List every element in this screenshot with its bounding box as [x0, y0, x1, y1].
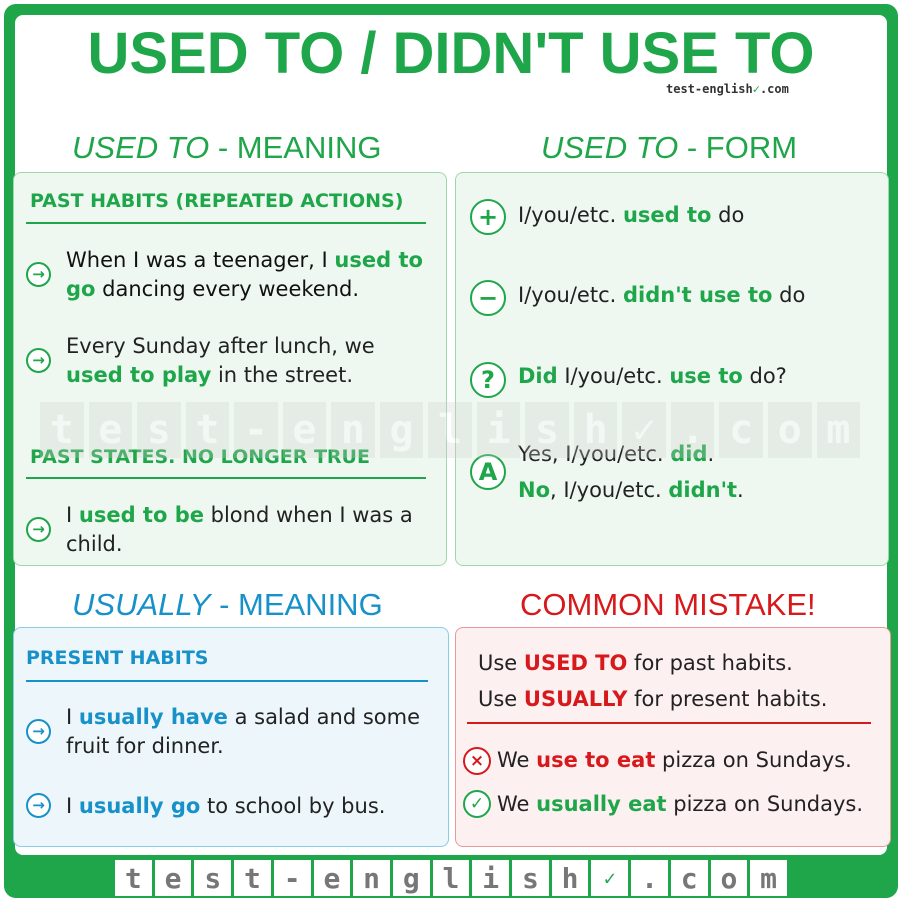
example-past-habit-1: When I was a teenager, I used to go danc…: [66, 248, 423, 301]
page-title: USED TO / DIDN'T USE TO: [87, 21, 815, 86]
heading-past-states: PAST STATES. NO LONGER TRUE: [30, 446, 370, 468]
check-icon: ✓: [591, 860, 629, 896]
check-icon: ✓: [463, 790, 491, 818]
answer-icon: A: [470, 454, 506, 490]
arrow-right-icon: →: [26, 793, 51, 818]
arrow-right-icon: →: [26, 262, 51, 287]
mistake-rule-1: Use USED TO for past habits.: [478, 651, 793, 675]
footer-brand: t e s t - e n g l i s h ✓. c o m: [115, 860, 787, 896]
example-present-habit-1: I usually have a salad and some fruit fo…: [66, 705, 420, 758]
heading-past-habits: PAST HABITS (REPEATED ACTIONS): [30, 190, 404, 212]
check-icon: ✓: [752, 82, 760, 96]
example-present-habit-2: I usually go to school by bus.: [66, 794, 386, 818]
divider: [26, 680, 428, 682]
divider: [467, 722, 871, 724]
divider: [26, 222, 426, 224]
arrow-right-icon: →: [26, 719, 51, 744]
example-past-habit-2: Every Sunday after lunch, we used to pla…: [66, 334, 375, 387]
example-correct: We usually eat pizza on Sundays.: [497, 792, 864, 816]
form-affirmative: I/you/etc. used to do: [518, 203, 745, 227]
example-past-state: I used to be blond when I was a child.: [66, 503, 413, 556]
heading-present-habits: PRESENT HABITS: [26, 647, 209, 669]
form-answer-no: No, I/you/etc. didn't.: [518, 478, 744, 502]
example-wrong: We use to eat pizza on Sundays.: [497, 748, 852, 772]
section-title-common-mistake: COMMON MISTAKE!: [520, 587, 816, 622]
divider: [26, 477, 426, 479]
mistake-rule-2: Use USUALLY for present habits.: [478, 687, 828, 711]
cross-icon: ×: [463, 747, 491, 775]
arrow-right-icon: →: [26, 517, 51, 542]
minus-icon: −: [470, 280, 506, 316]
section-title-used-to-meaning: USED TO - MEANING: [72, 130, 382, 165]
form-question: Did I/you/etc. use to do?: [518, 364, 787, 388]
plus-icon: +: [470, 199, 506, 235]
section-title-used-to-form: USED TO - FORM: [541, 130, 798, 165]
arrow-right-icon: →: [26, 348, 51, 373]
brand-logo: test-english✓.com: [666, 82, 789, 96]
question-icon: ?: [470, 362, 506, 398]
form-answer-yes: Yes, I/you/etc. did.: [518, 442, 715, 466]
section-title-usually-meaning: USUALLY - MEANING: [72, 587, 383, 622]
form-negative: I/you/etc. didn't use to do: [518, 283, 806, 307]
